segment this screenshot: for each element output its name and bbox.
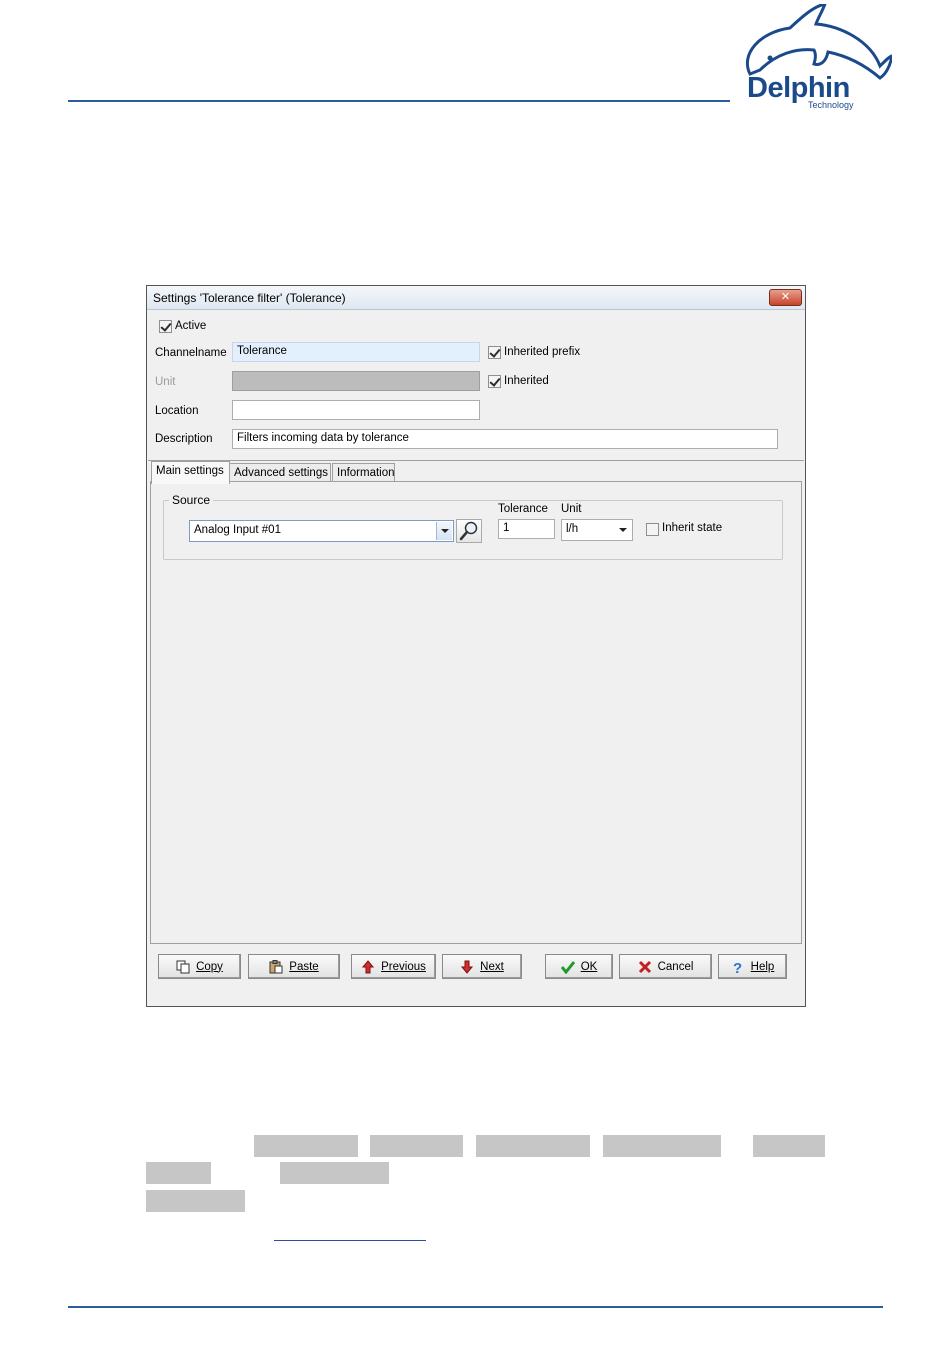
- arrow-up-icon: [362, 959, 375, 973]
- unit-label: Unit: [155, 376, 176, 388]
- checkmark-icon: [560, 960, 575, 974]
- redacted-text-block: [146, 1190, 245, 1212]
- inherit-state-label: Inherit state: [662, 522, 723, 534]
- source-dropdown[interactable]: Analog Input #01: [189, 520, 454, 542]
- previous-button[interactable]: Previous: [351, 954, 436, 979]
- dialog-titlebar[interactable]: Settings 'Tolerance filter' (Tolerance) …: [147, 286, 805, 310]
- cancel-button[interactable]: Cancel: [619, 954, 712, 979]
- location-label: Location: [155, 405, 199, 417]
- unit-field: [232, 371, 480, 391]
- magnifier-icon: [459, 521, 478, 541]
- unit-select-value: l/h: [566, 523, 579, 535]
- paste-icon: [269, 959, 283, 973]
- help-icon: ?: [733, 960, 742, 974]
- redacted-text-block: [603, 1135, 721, 1157]
- general-settings-panel: Active Channelname Tolerance Inherited p…: [148, 311, 804, 461]
- arrow-down-icon: [461, 960, 474, 974]
- location-field[interactable]: [232, 400, 480, 420]
- ok-button[interactable]: OK: [545, 954, 613, 979]
- chevron-down-icon[interactable]: [615, 521, 631, 539]
- active-label: Active: [175, 320, 207, 332]
- next-label: Next: [480, 960, 504, 973]
- source-legend: Source: [169, 493, 214, 507]
- unit-select-label: Unit: [561, 503, 582, 515]
- close-button[interactable]: ✕: [769, 289, 802, 306]
- main-settings-panel: Source Analog Input #01 Tolerance 1 Unit…: [150, 481, 802, 944]
- description-field[interactable]: Filters incoming data by tolerance: [232, 429, 778, 449]
- paste-label: Paste: [289, 960, 319, 973]
- cancel-label: Cancel: [657, 960, 694, 973]
- copy-icon: [176, 960, 190, 973]
- previous-label: Previous: [381, 960, 426, 973]
- redacted-text-block: [280, 1162, 389, 1184]
- tab-main-settings[interactable]: Main settings: [151, 461, 230, 484]
- unit-dropdown[interactable]: l/h: [561, 519, 633, 541]
- redacted-text-block: [476, 1135, 590, 1157]
- redacted-text-block: [146, 1162, 211, 1184]
- redacted-text-block: [370, 1135, 463, 1157]
- header-rule: [68, 100, 730, 102]
- ok-label: OK: [580, 960, 598, 973]
- inherited-checkbox[interactable]: [488, 375, 501, 388]
- tab-advanced-settings[interactable]: Advanced settings: [229, 463, 331, 483]
- channelname-label: Channelname: [155, 347, 227, 359]
- hyperlink-underline[interactable]: [274, 1240, 426, 1241]
- footer-rule: [68, 1306, 883, 1308]
- help-label: Help: [750, 960, 775, 973]
- logo-subtitle: Technology: [808, 100, 854, 110]
- next-button[interactable]: Next: [442, 954, 522, 979]
- chevron-down-icon[interactable]: [436, 522, 452, 540]
- tolerance-field[interactable]: 1: [498, 519, 555, 539]
- help-button[interactable]: ? Help: [718, 954, 787, 979]
- redacted-text-block: [254, 1135, 358, 1157]
- settings-dialog: Settings 'Tolerance filter' (Tolerance) …: [146, 285, 806, 1007]
- tolerance-label: Tolerance: [498, 503, 548, 515]
- tab-information[interactable]: Information: [332, 463, 395, 483]
- active-checkbox[interactable]: [159, 320, 172, 333]
- dialog-title: Settings 'Tolerance filter' (Tolerance): [153, 291, 346, 305]
- copy-button[interactable]: Copy: [158, 954, 241, 979]
- inherited-label: Inherited: [504, 375, 549, 387]
- x-icon: [638, 960, 651, 973]
- svg-text:?: ?: [733, 960, 742, 974]
- paste-button[interactable]: Paste: [248, 954, 340, 979]
- channelname-field[interactable]: Tolerance: [232, 342, 480, 362]
- inherited-prefix-checkbox[interactable]: [488, 346, 501, 359]
- source-value: Analog Input #01: [194, 524, 281, 536]
- browse-source-button[interactable]: [456, 519, 482, 543]
- redacted-text-block: [753, 1135, 825, 1157]
- inherited-prefix-label: Inherited prefix: [504, 346, 581, 358]
- copy-label: Copy: [196, 960, 223, 973]
- inherit-state-checkbox[interactable]: [646, 523, 659, 536]
- description-label: Description: [155, 433, 213, 445]
